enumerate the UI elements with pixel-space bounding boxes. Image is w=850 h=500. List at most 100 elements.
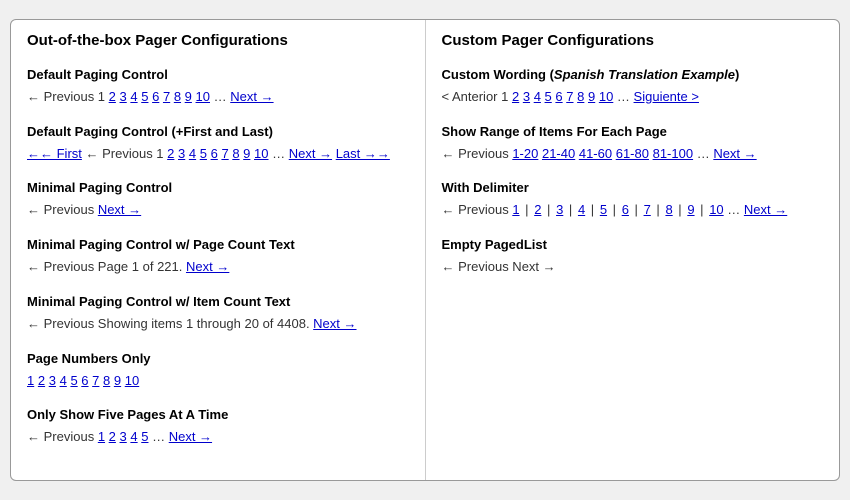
pager-show-range: ← Previous 1-20 21-40 41-60 61-80 81-100…	[442, 144, 824, 165]
page-link-4[interactable]: 4	[534, 89, 541, 104]
page-link-2[interactable]: 2	[167, 146, 174, 161]
next-link[interactable]: Next →	[169, 429, 212, 444]
page-link-4[interactable]: 4	[130, 429, 137, 444]
page-link-10[interactable]: 10	[599, 89, 613, 104]
page-link-8[interactable]: 8	[577, 89, 584, 104]
delimiter: |	[676, 202, 683, 217]
page-link-2[interactable]: 2	[534, 202, 541, 217]
page-link-1[interactable]: 1	[512, 202, 519, 217]
page-link-9[interactable]: 9	[243, 146, 250, 161]
page-link-9[interactable]: 9	[185, 89, 192, 104]
section-title-custom-wording: Custom Wording (Spanish Translation Exam…	[442, 67, 824, 82]
page-link-5[interactable]: 5	[141, 429, 148, 444]
page-link-2[interactable]: 2	[109, 89, 116, 104]
page-link-4[interactable]: 4	[189, 146, 196, 161]
section-title-five-pages: Only Show Five Pages At A Time	[27, 407, 409, 422]
page-link-10[interactable]: 10	[196, 89, 210, 104]
pager-default-paging: ← Previous 1 2 3 4 5 6 7 8 9 10 … Next →	[27, 87, 409, 108]
page-link-9[interactable]: 9	[588, 89, 595, 104]
next-link[interactable]: Next →	[186, 259, 229, 274]
pager-custom-wording: < Anterior 1 2 3 4 5 6 7 8 9 10 … Siguie…	[442, 87, 824, 108]
section-five-pages: Only Show Five Pages At A Time ← Previou…	[27, 407, 409, 448]
range-link-61-80[interactable]: 61-80	[616, 146, 649, 161]
delimiter: |	[654, 202, 661, 217]
page-link-4[interactable]: 4	[60, 373, 67, 388]
section-default-paging: Default Paging Control ← Previous 1 2 3 …	[27, 67, 409, 108]
page-link-8[interactable]: 8	[232, 146, 239, 161]
siguiente-link[interactable]: Siguiente >	[634, 89, 699, 104]
delimiter: |	[633, 202, 640, 217]
left-col-header: Out-of-the-box Pager Configurations	[27, 32, 409, 53]
page-link-5[interactable]: 5	[545, 89, 552, 104]
left-column: Out-of-the-box Pager Configurations Defa…	[11, 20, 426, 481]
next-link[interactable]: Next →	[230, 89, 273, 104]
page-link-3[interactable]: 3	[120, 429, 127, 444]
page-link-7[interactable]: 7	[163, 89, 170, 104]
section-page-numbers-only: Page Numbers Only 1 2 3 4 5 6 7 8 9 10	[27, 351, 409, 392]
pager-default-first-last: ←← First ← Previous 1 2 3 4 5 6 7 8 9 10…	[27, 144, 409, 165]
section-minimal-item-count: Minimal Paging Control w/ Item Count Tex…	[27, 294, 409, 335]
section-title-page-numbers-only: Page Numbers Only	[27, 351, 409, 366]
section-title-default-paging: Default Paging Control	[27, 67, 409, 82]
pager-minimal-item-count: ← Previous Showing items 1 through 20 of…	[27, 314, 409, 335]
next-link[interactable]: Next →	[289, 146, 332, 161]
section-minimal-page-count: Minimal Paging Control w/ Page Count Tex…	[27, 237, 409, 278]
page-link-8[interactable]: 8	[174, 89, 181, 104]
section-show-range: Show Range of Items For Each Page ← Prev…	[442, 124, 824, 165]
delimiter: |	[589, 202, 596, 217]
page-link-10[interactable]: 10	[254, 146, 268, 161]
page-link-9[interactable]: 9	[687, 202, 694, 217]
next-link[interactable]: Next →	[713, 146, 756, 161]
page-link-3[interactable]: 3	[556, 202, 563, 217]
page-link-7[interactable]: 7	[644, 202, 651, 217]
page-link-6[interactable]: 6	[81, 373, 88, 388]
page-link-4[interactable]: 4	[130, 89, 137, 104]
page-link-5[interactable]: 5	[200, 146, 207, 161]
range-link-81-100[interactable]: 81-100	[653, 146, 693, 161]
range-link-41-60[interactable]: 41-60	[579, 146, 612, 161]
page-link-9[interactable]: 9	[114, 373, 121, 388]
pager-with-delimiter: ← Previous 1 | 2 | 3 | 4 | 5 | 6 | 7 | 8…	[442, 200, 824, 221]
pager-empty-paged-list: ← Previous Next →	[442, 257, 824, 278]
delimiter: |	[567, 202, 574, 217]
page-link-2[interactable]: 2	[38, 373, 45, 388]
page-link-2[interactable]: 2	[512, 89, 519, 104]
page-link-7[interactable]: 7	[566, 89, 573, 104]
delimiter: |	[698, 202, 705, 217]
range-link-21-40[interactable]: 21-40	[542, 146, 575, 161]
range-link-1-20[interactable]: 1-20	[512, 146, 538, 161]
page-link-4[interactable]: 4	[578, 202, 585, 217]
page-link-2[interactable]: 2	[109, 429, 116, 444]
delimiter: |	[523, 202, 530, 217]
first-link[interactable]: ←← First	[27, 146, 82, 161]
page-link-7[interactable]: 7	[92, 373, 99, 388]
page-link-10[interactable]: 10	[125, 373, 139, 388]
page-link-5[interactable]: 5	[600, 202, 607, 217]
next-link[interactable]: Next →	[744, 202, 787, 217]
page-link-10[interactable]: 10	[709, 202, 723, 217]
page-link-3[interactable]: 3	[120, 89, 127, 104]
page-link-6[interactable]: 6	[622, 202, 629, 217]
page-link-1[interactable]: 1	[98, 429, 105, 444]
page-link-6[interactable]: 6	[555, 89, 562, 104]
section-title-minimal-page-count: Minimal Paging Control w/ Page Count Tex…	[27, 237, 409, 252]
page-link-8[interactable]: 8	[103, 373, 110, 388]
page-link-3[interactable]: 3	[49, 373, 56, 388]
page-link-1[interactable]: 1	[27, 373, 34, 388]
next-link[interactable]: Next →	[98, 202, 141, 217]
main-container: Out-of-the-box Pager Configurations Defa…	[10, 19, 840, 482]
pager-five-pages: ← Previous 1 2 3 4 5 … Next →	[27, 427, 409, 448]
last-link[interactable]: Last →→	[336, 146, 390, 161]
page-link-3[interactable]: 3	[523, 89, 530, 104]
page-link-6[interactable]: 6	[152, 89, 159, 104]
next-link[interactable]: Next →	[313, 316, 356, 331]
page-link-5[interactable]: 5	[70, 373, 77, 388]
page-link-5[interactable]: 5	[141, 89, 148, 104]
delimiter: |	[545, 202, 552, 217]
page-link-3[interactable]: 3	[178, 146, 185, 161]
page-link-6[interactable]: 6	[211, 146, 218, 161]
page-link-7[interactable]: 7	[221, 146, 228, 161]
delimiter: |	[611, 202, 618, 217]
right-column: Custom Pager Configurations Custom Wordi…	[426, 20, 840, 481]
page-link-8[interactable]: 8	[665, 202, 672, 217]
